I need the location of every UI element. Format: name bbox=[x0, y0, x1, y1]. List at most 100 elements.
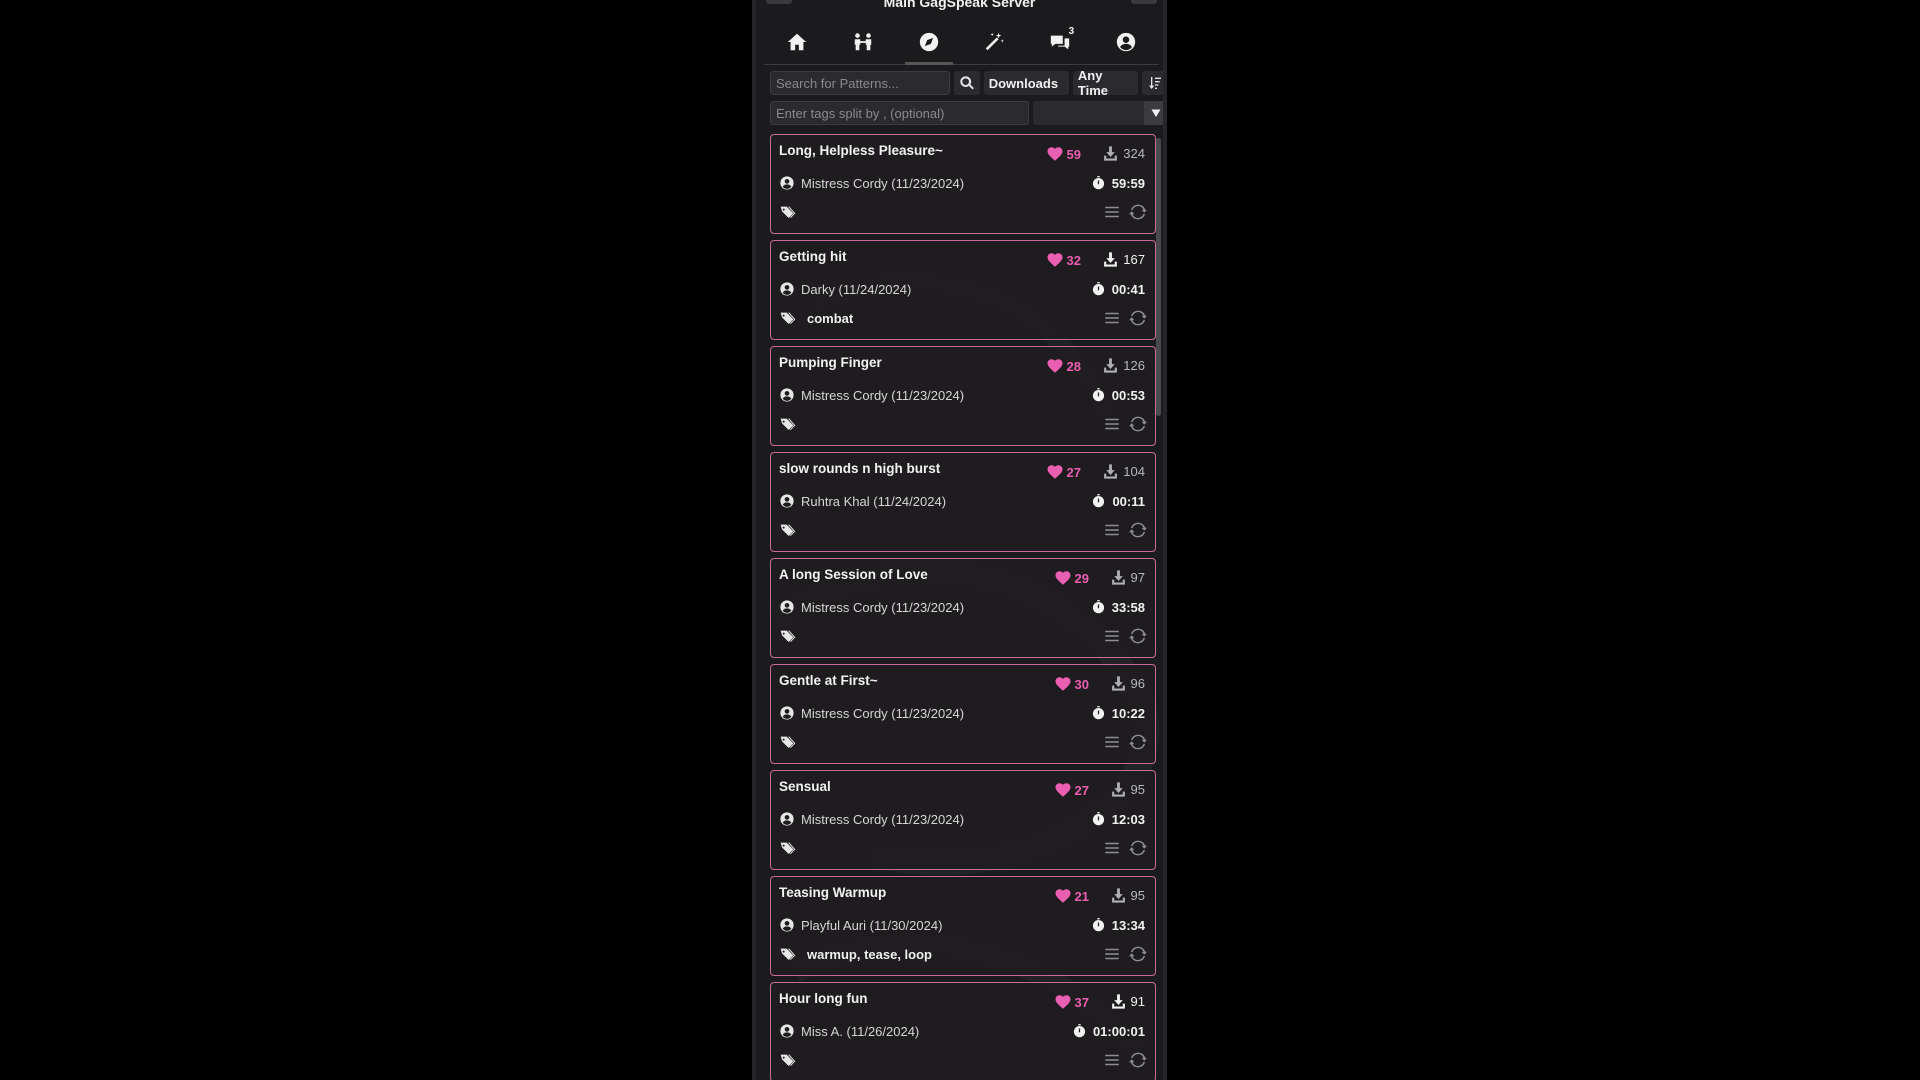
tags-line bbox=[779, 734, 807, 750]
card-actions bbox=[1103, 309, 1147, 327]
search-button[interactable] bbox=[954, 71, 980, 95]
pattern-tags: combat bbox=[807, 310, 854, 326]
downloads-count: 95 bbox=[1130, 782, 1145, 797]
duration: 33:58 bbox=[1091, 599, 1145, 615]
window-close-button[interactable] bbox=[1131, 0, 1157, 4]
sort-direction-button[interactable] bbox=[1142, 71, 1163, 95]
user-circle-icon bbox=[780, 812, 794, 826]
likes-button[interactable]: 37 bbox=[1054, 993, 1089, 1011]
downloads-indicator: 97 bbox=[1110, 569, 1145, 586]
duration-value: 33:58 bbox=[1111, 599, 1145, 615]
pattern-search-input[interactable] bbox=[770, 71, 950, 95]
likes-count: 32 bbox=[1066, 252, 1081, 268]
likes-button[interactable]: 27 bbox=[1054, 781, 1089, 799]
pattern-card[interactable]: Gentle at First~ 30 96 Mistress Cordy (1… bbox=[770, 664, 1156, 764]
search-row: Downloads Any Time bbox=[770, 68, 1163, 98]
author-date: Mistress Cordy (11/23/2024) bbox=[801, 387, 965, 403]
likes-button[interactable]: 28 bbox=[1046, 357, 1081, 375]
window-title: Main GagSpeak Server bbox=[883, 0, 1036, 10]
heart-icon bbox=[1055, 783, 1071, 797]
author-row: Playful Auri (11/30/2024) bbox=[779, 917, 942, 933]
author-date: Darky (11/24/2024) bbox=[801, 281, 912, 297]
tag-filter-arrow[interactable] bbox=[1144, 101, 1163, 125]
nav-account-button[interactable] bbox=[1098, 22, 1154, 62]
sync-icon[interactable] bbox=[1129, 839, 1147, 857]
likes-button[interactable]: 32 bbox=[1046, 251, 1081, 269]
downloads-indicator: 324 bbox=[1102, 145, 1145, 162]
sync-icon[interactable] bbox=[1129, 415, 1147, 433]
downloads-count: 126 bbox=[1123, 358, 1145, 373]
nav-discover-button[interactable] bbox=[901, 22, 957, 65]
pattern-card[interactable]: Teasing Warmup 21 95 Playful Auri (11/30… bbox=[770, 876, 1156, 976]
author-date: Miss A. (11/26/2024) bbox=[801, 1023, 920, 1039]
likes-button[interactable]: 27 bbox=[1046, 463, 1081, 481]
menu-lines-icon[interactable] bbox=[1103, 839, 1121, 857]
nav-home-button[interactable] bbox=[769, 22, 825, 62]
pattern-card[interactable]: Sensual 27 95 Mistress Cordy (11/23/2024… bbox=[770, 770, 1156, 870]
menu-lines-icon[interactable] bbox=[1103, 309, 1121, 327]
pattern-card[interactable]: Hour long fun 37 91 Miss A. (11/26/2024)… bbox=[770, 982, 1156, 1080]
author-date: Playful Auri (11/30/2024) bbox=[801, 917, 943, 933]
search-icon bbox=[960, 76, 974, 90]
duration-value: 00:41 bbox=[1111, 281, 1145, 297]
duration: 12:03 bbox=[1091, 811, 1145, 827]
pattern-card[interactable]: Pumping Finger 28 126 Mistress Cordy (11… bbox=[770, 346, 1156, 446]
pattern-title: Teasing Warmup bbox=[779, 885, 887, 900]
time-range-dropdown[interactable]: Any Time bbox=[1072, 68, 1139, 98]
card-actions bbox=[1103, 203, 1147, 221]
download-icon bbox=[1111, 570, 1125, 585]
pattern-card[interactable]: Getting hit 32 167 Darky (11/24/2024) 00… bbox=[770, 240, 1156, 340]
nav-pairs-button[interactable] bbox=[835, 22, 891, 62]
tags-icon bbox=[780, 524, 796, 536]
list-scrollbar[interactable] bbox=[1156, 138, 1161, 416]
tags-icon bbox=[780, 206, 796, 218]
likes-button[interactable]: 29 bbox=[1054, 569, 1089, 587]
pattern-card[interactable]: Long, Helpless Pleasure~ 59 324 Mistress… bbox=[770, 134, 1156, 234]
pattern-card[interactable]: slow rounds n high burst 27 104 Ruhtra K… bbox=[770, 452, 1156, 552]
magic-wand-icon bbox=[986, 32, 1005, 51]
sort-by-dropdown[interactable]: Downloads bbox=[983, 71, 1069, 95]
nav-toybox-button[interactable] bbox=[966, 22, 1022, 62]
heart-icon bbox=[1055, 889, 1071, 903]
triangle-down-icon bbox=[1151, 109, 1161, 117]
likes-button[interactable]: 59 bbox=[1046, 145, 1081, 163]
sync-icon[interactable] bbox=[1129, 627, 1147, 645]
sync-icon[interactable] bbox=[1129, 945, 1147, 963]
card-actions bbox=[1103, 839, 1147, 857]
menu-lines-icon[interactable] bbox=[1103, 415, 1121, 433]
likes-button[interactable]: 21 bbox=[1054, 887, 1089, 905]
nav-chat-button[interactable]: 3 bbox=[1032, 22, 1088, 62]
menu-lines-icon[interactable] bbox=[1103, 1051, 1121, 1069]
user-circle-icon bbox=[780, 1024, 794, 1038]
menu-lines-icon[interactable] bbox=[1103, 521, 1121, 539]
sync-icon[interactable] bbox=[1129, 521, 1147, 539]
pattern-list: Long, Helpless Pleasure~ 59 324 Mistress… bbox=[770, 134, 1156, 1080]
user-circle-icon bbox=[780, 600, 794, 614]
likes-button[interactable]: 30 bbox=[1054, 675, 1089, 693]
menu-lines-icon[interactable] bbox=[1103, 945, 1121, 963]
menu-lines-icon[interactable] bbox=[1103, 203, 1121, 221]
menu-lines-icon[interactable] bbox=[1103, 627, 1121, 645]
author-date: Mistress Cordy (11/23/2024) bbox=[801, 705, 965, 721]
pattern-card[interactable]: A long Session of Love 29 97 Mistress Co… bbox=[770, 558, 1156, 658]
card-actions bbox=[1103, 733, 1147, 751]
tags-filter-input[interactable] bbox=[770, 101, 1029, 125]
tags-icon bbox=[780, 842, 796, 854]
sync-icon[interactable] bbox=[1129, 733, 1147, 751]
author-row: Mistress Cordy (11/23/2024) bbox=[779, 599, 964, 615]
author-row: Mistress Cordy (11/23/2024) bbox=[779, 705, 964, 721]
card-actions bbox=[1103, 415, 1147, 433]
pattern-title: Pumping Finger bbox=[779, 355, 882, 370]
duration: 00:11 bbox=[1091, 493, 1145, 509]
downloads-count: 167 bbox=[1123, 252, 1145, 267]
sync-icon[interactable] bbox=[1129, 1051, 1147, 1069]
duration: 00:41 bbox=[1091, 281, 1145, 297]
duration: 10:22 bbox=[1091, 705, 1145, 721]
pattern-title: Long, Helpless Pleasure~ bbox=[779, 143, 943, 158]
sync-icon[interactable] bbox=[1129, 203, 1147, 221]
sync-icon[interactable] bbox=[1129, 309, 1147, 327]
menu-lines-icon[interactable] bbox=[1103, 733, 1121, 751]
author-date: Mistress Cordy (11/23/2024) bbox=[801, 811, 965, 827]
tag-filter-dropdown[interactable] bbox=[1032, 101, 1163, 125]
pattern-title: slow rounds n high burst bbox=[779, 461, 941, 476]
